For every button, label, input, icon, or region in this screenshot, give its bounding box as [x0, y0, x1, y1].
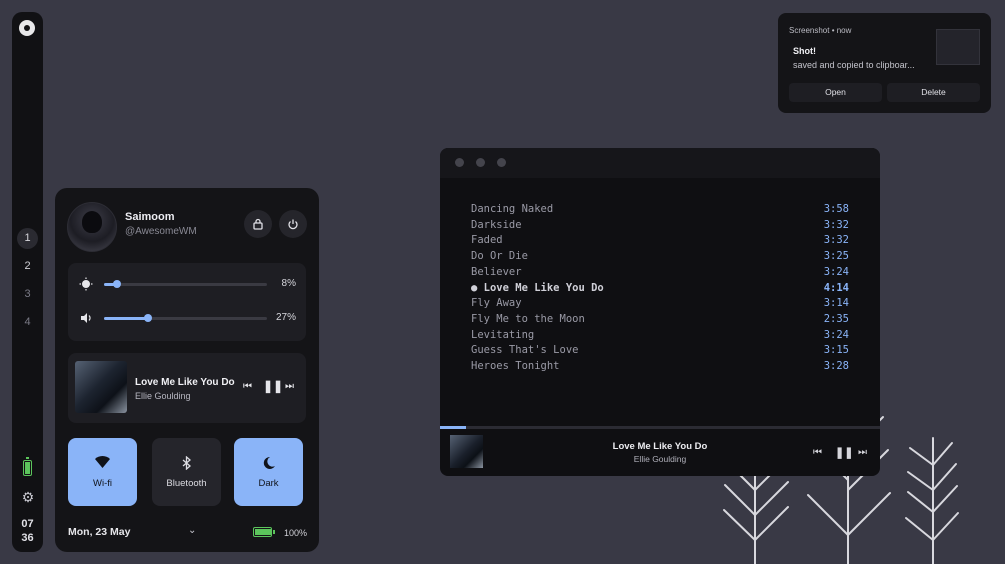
track-name: Believer — [471, 265, 522, 278]
notification-app: Screenshot • now — [789, 26, 852, 35]
delete-button[interactable]: Delete — [887, 83, 980, 102]
battery-icon — [253, 527, 275, 537]
avatar — [67, 202, 117, 252]
clock: 07 36 — [12, 517, 43, 545]
pause-icon[interactable]: ❚❚ — [835, 446, 853, 459]
workspace-3[interactable]: 3 — [17, 284, 38, 305]
track-name: Do Or Die — [471, 250, 528, 263]
control-center: Saimoom @AwesomeWM 8% 27% Love Me Like Y… — [55, 188, 319, 552]
moon-icon — [263, 456, 275, 469]
launcher-icon[interactable] — [19, 20, 35, 36]
track-name: Fly Me to the Moon — [471, 312, 585, 325]
workspace-1[interactable]: 1 — [17, 228, 38, 249]
track-duration: 3:28 — [823, 360, 849, 372]
chevron-down-icon[interactable]: ⌄ — [188, 525, 196, 536]
dark-mode-label: Dark — [258, 478, 279, 489]
track-name: Levitating — [471, 328, 535, 341]
track-name: ● Love Me Like You Do — [471, 281, 604, 294]
minimize-button[interactable] — [476, 158, 485, 167]
music-player-window: Dancing Naked 3:58 Darkside 3:32 Faded 3:32 Do… — [440, 148, 880, 476]
track-duration: 3:14 — [823, 297, 849, 310]
quick-toggles: Wi-fi Bluetooth Dark — [68, 438, 306, 506]
track-name: Faded — [471, 234, 503, 247]
brightness-value: 8% — [281, 278, 296, 289]
track-duration: 2:35 — [823, 312, 849, 325]
track-row[interactable]: Fly Me to the Moon 2:35 — [471, 313, 849, 328]
track-duration: 3:58 — [823, 203, 849, 215]
battery-percent: 100% — [284, 528, 308, 538]
wifi-icon — [95, 456, 110, 468]
notification-title: Shot! — [793, 46, 816, 56]
battery-icon — [23, 457, 32, 476]
music-artist: Ellie Goulding — [135, 391, 191, 401]
power-icon — [288, 219, 298, 230]
track-duration: 3:32 — [823, 218, 849, 231]
title-bar — [440, 148, 880, 178]
next-icon[interactable]: ⏭ — [285, 381, 294, 392]
bluetooth-toggle[interactable]: Bluetooth — [152, 438, 221, 506]
progress-bar[interactable] — [440, 426, 880, 429]
track-name: Heroes Tonight — [471, 360, 560, 372]
power-button[interactable] — [279, 210, 307, 238]
clock-minute: 36 — [21, 532, 34, 544]
brightness-icon — [79, 277, 93, 291]
workspace-4[interactable]: 4 — [17, 312, 38, 333]
open-button[interactable]: Open — [789, 83, 882, 102]
track-row[interactable]: Dancing Naked 3:58 — [471, 203, 849, 218]
track-row[interactable]: Believer 3:24 — [471, 266, 849, 281]
track-row[interactable]: Fly Away 3:14 — [471, 297, 849, 312]
track-duration: 3:24 — [823, 328, 849, 341]
previous-icon[interactable]: ⏮ — [813, 447, 822, 458]
user-handle: @AwesomeWM — [125, 226, 197, 237]
brightness-row: 8% — [68, 274, 306, 294]
track-name: Fly Away — [471, 297, 522, 310]
next-icon[interactable]: ⏭ — [858, 447, 867, 458]
bluetooth-icon — [182, 456, 191, 470]
brightness-slider[interactable] — [104, 280, 267, 288]
music-widget: Love Me Like You Do Ellie Goulding ⏮ ❚❚ … — [68, 353, 306, 423]
notification-popup: Screenshot • now Shot! saved and copied … — [778, 13, 991, 113]
settings-sliders-icon[interactable]: ⚙ — [20, 490, 36, 504]
track-name: Dancing Naked — [471, 203, 554, 215]
screenshot-thumbnail — [936, 29, 980, 65]
wifi-label: Wi-fi — [93, 478, 112, 489]
clock-hour: 07 — [21, 518, 34, 530]
track-duration: 4:14 — [823, 281, 849, 294]
track-duration: 3:24 — [823, 265, 849, 278]
track-row[interactable]: Faded 3:32 — [471, 234, 849, 249]
track-row[interactable]: ● Love Me Like You Do 4:14 — [471, 282, 849, 297]
date: Mon, 23 May — [68, 526, 131, 538]
workspace-2[interactable]: 2 — [17, 256, 38, 277]
volume-value: 27% — [275, 312, 296, 323]
pause-icon[interactable]: ❚❚ — [263, 379, 283, 393]
user-name: Saimoom — [125, 211, 175, 223]
track-row[interactable]: Darkside 3:32 — [471, 219, 849, 234]
close-button[interactable] — [455, 158, 464, 167]
lock-icon — [253, 218, 263, 230]
track-duration: 3:25 — [823, 250, 849, 263]
volume-row: 27% — [68, 308, 306, 328]
track-name: Guess That's Love — [471, 344, 579, 357]
lock-button[interactable] — [244, 210, 272, 238]
album-cover — [75, 361, 127, 413]
volume-icon — [81, 313, 91, 323]
bluetooth-label: Bluetooth — [166, 478, 207, 489]
track-row[interactable]: Guess That's Love 3:15 — [471, 344, 849, 359]
previous-icon[interactable]: ⏮ — [243, 381, 252, 392]
wifi-toggle[interactable]: Wi-fi — [68, 438, 137, 506]
track-row[interactable]: Levitating 3:24 — [471, 329, 849, 344]
dark-mode-toggle[interactable]: Dark — [234, 438, 303, 506]
track-row[interactable]: Heroes Tonight 3:28 — [471, 360, 849, 375]
track-duration: 3:32 — [823, 234, 849, 247]
track-name: Darkside — [471, 218, 522, 231]
maximize-button[interactable] — [497, 158, 506, 167]
side-panel: 1 2 3 4 ⚙ 07 36 — [12, 12, 43, 552]
notification-body: saved and copied to clipboar... — [793, 60, 915, 70]
music-title: Love Me Like You Do — [135, 377, 235, 388]
volume-slider[interactable] — [104, 314, 267, 322]
sliders-panel: 8% 27% — [68, 263, 306, 341]
track-duration: 3:15 — [823, 344, 849, 357]
track-row[interactable]: Do Or Die 3:25 — [471, 250, 849, 265]
